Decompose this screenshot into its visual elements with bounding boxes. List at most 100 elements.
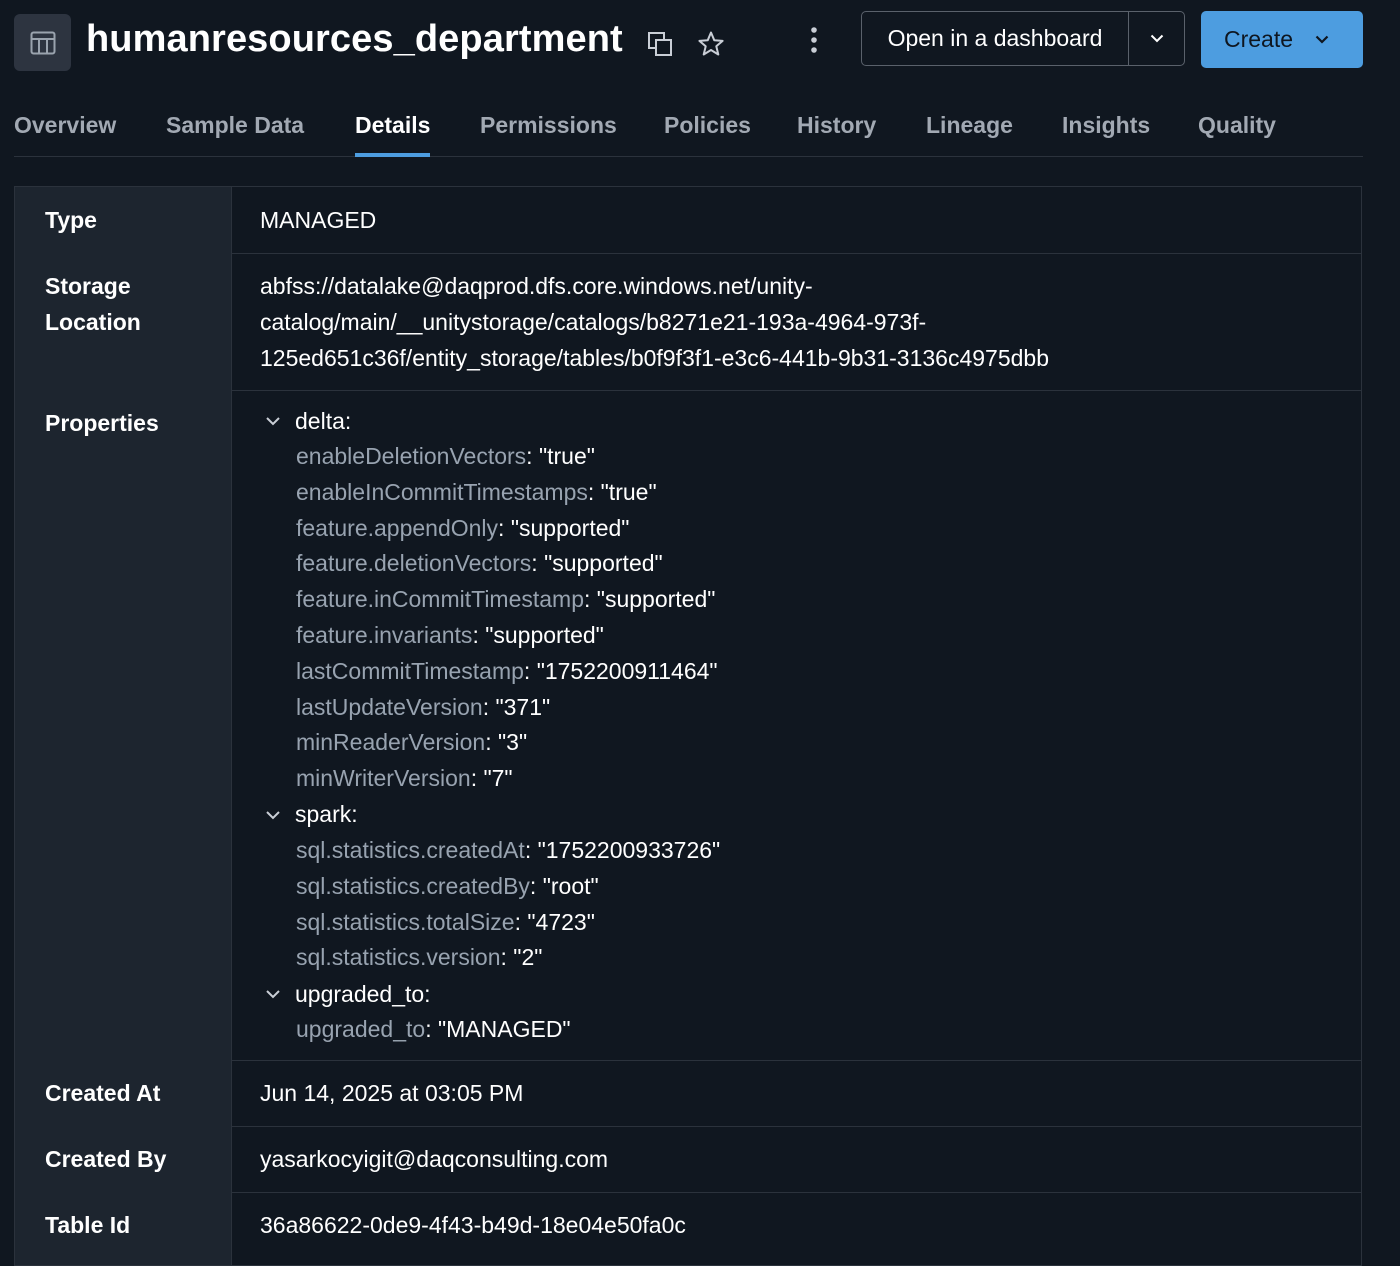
property-separator: : xyxy=(584,586,597,613)
property-row: feature.invariants: "supported" xyxy=(265,618,720,654)
property-row: lastCommitTimestamp: "1752200911464" xyxy=(265,654,720,690)
property-group-name: delta: xyxy=(295,407,352,434)
property-key: lastCommitTimestamp xyxy=(296,657,524,684)
chevron-down-icon[interactable] xyxy=(265,403,295,439)
kebab-menu-icon[interactable] xyxy=(802,22,826,58)
property-value: "7" xyxy=(483,765,513,792)
storage-value-line-2: catalog/main/__unitystorage/catalogs/b82… xyxy=(260,309,927,335)
create-button[interactable]: Create xyxy=(1201,11,1363,68)
row-divider xyxy=(231,390,1361,391)
property-key: minWriterVersion xyxy=(296,765,471,792)
tab-sample-data[interactable]: Sample Data xyxy=(166,112,304,156)
property-value: "MANAGED" xyxy=(437,1016,571,1043)
property-row: sql.statistics.version: "2" xyxy=(265,940,720,976)
property-row: minReaderVersion: "3" xyxy=(265,725,720,761)
property-separator: : xyxy=(514,908,528,935)
tab-permissions[interactable]: Permissions xyxy=(480,112,617,156)
property-separator: : xyxy=(524,836,538,863)
storage-value-line-3: 125ed651c36f/entity_storage/tables/b0f9f… xyxy=(260,345,1050,371)
tab-bar: Overview Sample Data Details Permissions… xyxy=(14,112,1363,157)
property-separator: : xyxy=(523,657,537,684)
property-separator: : xyxy=(526,443,539,469)
property-row: sql.statistics.createdBy: "root" xyxy=(265,869,720,905)
property-value: "true" xyxy=(600,478,657,505)
page-title: humanresources_department xyxy=(86,18,623,60)
details-table: Type MANAGED Storage Location abfss://da… xyxy=(14,186,1362,1266)
properties-tree: delta: enableDeletionVectors: "true" enab… xyxy=(265,403,720,1048)
property-value: "1752200933726" xyxy=(537,836,721,863)
property-key: enableInCommitTimestamps xyxy=(296,478,588,505)
tab-history[interactable]: History xyxy=(797,112,876,156)
property-separator: : xyxy=(472,621,486,648)
property-value: "371" xyxy=(495,693,551,720)
tab-lineage[interactable]: Lineage xyxy=(926,112,1013,156)
tab-details[interactable]: Details xyxy=(355,112,431,157)
property-separator: : xyxy=(482,693,496,720)
tab-quality[interactable]: Quality xyxy=(1198,112,1276,156)
row-divider xyxy=(231,253,1361,254)
property-value: "3" xyxy=(498,729,528,756)
property-group-items: sql.statistics.createdAt: "1752200933726… xyxy=(265,833,720,976)
property-key: sql.statistics.createdBy xyxy=(296,872,530,899)
tab-overview[interactable]: Overview xyxy=(14,112,116,156)
created-by-value: yasarkocyigit@daqconsulting.com xyxy=(260,1146,609,1172)
property-value: "4723" xyxy=(527,908,595,935)
property-value: "2" xyxy=(513,944,543,971)
property-key: sql.statistics.totalSize xyxy=(296,908,515,935)
property-key: lastUpdateVersion xyxy=(296,693,483,720)
create-button-label: Create xyxy=(1224,26,1294,52)
table-id-label: Table Id xyxy=(45,1212,131,1238)
property-value: "supported" xyxy=(485,621,604,648)
property-value: "supported" xyxy=(596,586,716,613)
row-divider xyxy=(231,1126,1361,1127)
storage-location-value: abfss://datalake@daqprod.dfs.core.window… xyxy=(260,268,1049,376)
storage-location-label: Storage Location xyxy=(45,268,141,340)
property-row: feature.deletionVectors: "supported" xyxy=(265,546,720,582)
star-icon[interactable] xyxy=(696,29,726,59)
chevron-down-icon[interactable] xyxy=(265,797,295,833)
property-separator: : xyxy=(529,872,543,899)
property-row: sql.statistics.createdAt: "1752200933726… xyxy=(265,833,720,869)
chevron-down-icon xyxy=(1315,35,1329,44)
type-label: Type xyxy=(45,207,97,233)
property-key: minReaderVersion xyxy=(296,729,486,756)
open-in-dashboard-dropdown[interactable] xyxy=(1129,12,1184,65)
property-group-upgraded-to: upgraded_to: xyxy=(265,976,720,1012)
property-value: "supported" xyxy=(510,514,630,541)
open-in-dashboard-split-button: Open in a dashboard xyxy=(861,11,1185,66)
property-value: "supported" xyxy=(544,550,663,577)
property-separator: : xyxy=(531,550,545,577)
created-by-label: Created By xyxy=(45,1146,167,1172)
properties-label: Properties xyxy=(45,410,159,436)
page-header: humanresources_department Open in a dash… xyxy=(14,11,1363,72)
property-row: lastUpdateVersion: "371" xyxy=(265,690,720,726)
property-key: feature.appendOnly xyxy=(296,514,499,541)
copy-icon[interactable] xyxy=(646,30,674,58)
property-group-name: spark: xyxy=(295,801,358,828)
property-group-name: upgraded_to: xyxy=(295,980,431,1007)
property-row: sql.statistics.totalSize: "4723" xyxy=(265,905,720,941)
row-divider xyxy=(231,1192,1361,1193)
property-key: feature.invariants xyxy=(296,621,473,648)
property-key: enableDeletionVectors xyxy=(296,443,527,469)
property-separator: : xyxy=(485,729,498,756)
property-separator: : xyxy=(587,478,601,505)
property-key: upgraded_to xyxy=(296,1016,426,1043)
property-key: sql.statistics.createdAt xyxy=(296,836,525,863)
created-at-label: Created At xyxy=(45,1080,161,1106)
property-key: sql.statistics.version xyxy=(296,944,501,971)
chevron-down-icon[interactable] xyxy=(265,976,295,1012)
chevron-down-icon xyxy=(1150,34,1163,43)
tab-insights[interactable]: Insights xyxy=(1062,112,1150,156)
property-separator: : xyxy=(425,1016,438,1043)
type-value: MANAGED xyxy=(260,207,377,233)
property-row: enableInCommitTimestamps: "true" xyxy=(265,475,720,511)
open-in-dashboard-button[interactable]: Open in a dashboard xyxy=(862,12,1129,65)
property-key: feature.deletionVectors xyxy=(296,550,532,577)
storage-value-line-1: abfss://datalake@daqprod.dfs.core.window… xyxy=(260,273,813,299)
property-group-delta: delta: xyxy=(265,403,720,439)
property-group-items: upgraded_to: "MANAGED" xyxy=(265,1012,720,1048)
tab-policies[interactable]: Policies xyxy=(664,112,751,156)
property-value: "root" xyxy=(542,872,599,899)
created-at-value: Jun 14, 2025 at 03:05 PM xyxy=(260,1080,524,1106)
